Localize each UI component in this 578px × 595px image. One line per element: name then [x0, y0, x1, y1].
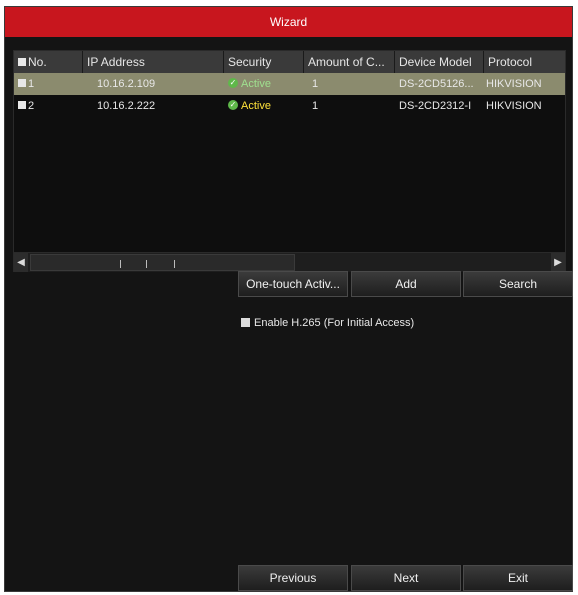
- row-amount: 1: [312, 78, 319, 90]
- thumb-grip-line: [120, 260, 121, 268]
- scroll-right-icon[interactable]: ▶: [551, 253, 565, 272]
- table-row[interactable]: 2 10.16.2.222 ✓ Active 1 DS-2CD2312-I HIK…: [14, 95, 565, 117]
- row-checkbox[interactable]: [18, 101, 26, 110]
- previous-button[interactable]: Previous: [238, 565, 348, 591]
- row-security-status: Active: [241, 78, 271, 90]
- row-protocol: HIKVISION: [486, 78, 542, 90]
- table-header: No. IP Address Security Amount of C... D…: [14, 51, 565, 73]
- row-model: DS-2CD2312-I: [399, 100, 472, 112]
- check-circle-icon: ✓: [228, 100, 238, 111]
- row-ip: 10.16.2.222: [97, 100, 156, 112]
- window-title: Wizard: [5, 7, 572, 37]
- horizontal-scrollbar[interactable]: ◀ ▶: [14, 252, 565, 272]
- device-table: No. IP Address Security Amount of C... D…: [13, 50, 566, 272]
- next-button[interactable]: Next: [351, 565, 461, 591]
- thumb-grip-line: [174, 260, 175, 268]
- column-label: No.: [28, 55, 47, 69]
- row-number: 1: [28, 78, 35, 90]
- one-touch-activate-button[interactable]: One-touch Activ...: [238, 271, 348, 297]
- enable-h265-option[interactable]: Enable H.265 (For Initial Access): [241, 317, 414, 329]
- search-button[interactable]: Search: [463, 271, 573, 297]
- column-header-amount[interactable]: Amount of C...: [304, 51, 395, 73]
- row-protocol: HIKVISION: [486, 100, 542, 112]
- row-checkbox[interactable]: [18, 79, 26, 88]
- exit-button[interactable]: Exit: [463, 565, 573, 591]
- table-row[interactable]: 1 10.16.2.109 ✓ Active 1 DS-2CD5126... HI…: [14, 73, 565, 95]
- wizard-window: Wizard No. IP Address Security Amount of…: [4, 6, 573, 592]
- row-number: 2: [28, 100, 35, 112]
- row-security-status: Active: [241, 100, 271, 112]
- column-header-security[interactable]: Security: [224, 51, 304, 73]
- check-circle-icon: ✓: [228, 78, 238, 89]
- enable-h265-label: Enable H.265 (For Initial Access): [254, 317, 415, 329]
- enable-h265-checkbox[interactable]: [241, 317, 250, 327]
- column-header-ip[interactable]: IP Address: [83, 51, 224, 73]
- column-header-model[interactable]: Device Model: [395, 51, 484, 73]
- select-all-checkbox[interactable]: [18, 57, 26, 66]
- scroll-left-icon[interactable]: ◀: [14, 253, 28, 272]
- scroll-thumb[interactable]: [30, 254, 295, 271]
- row-amount: 1: [312, 100, 319, 112]
- column-header-no[interactable]: No.: [14, 51, 83, 73]
- row-model: DS-2CD5126...: [399, 78, 474, 90]
- thumb-grip-line: [146, 260, 147, 268]
- add-button[interactable]: Add: [351, 271, 461, 297]
- row-ip: 10.16.2.109: [97, 78, 156, 90]
- column-header-protocol[interactable]: Protocol: [484, 51, 567, 73]
